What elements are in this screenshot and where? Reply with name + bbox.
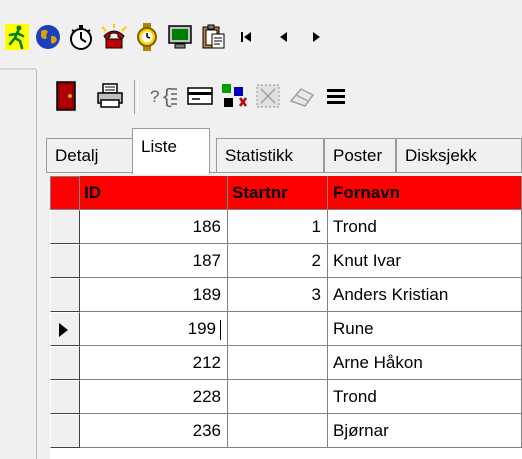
tab-poster[interactable]: Poster	[324, 138, 396, 172]
column-header-startnr[interactable]: Startnr	[228, 176, 328, 210]
tab-detalj[interactable]: Detalj	[46, 138, 134, 172]
main-toolbar	[0, 0, 522, 64]
column-header-id[interactable]: ID	[80, 176, 228, 210]
stopwatch-icon[interactable]	[66, 22, 96, 52]
tab-liste[interactable]: Liste	[132, 128, 210, 174]
next-record-icon[interactable]	[302, 22, 332, 52]
text-cursor	[220, 319, 221, 340]
cell-startnr[interactable]: 1	[228, 210, 328, 244]
svg-text:{: {	[161, 87, 173, 109]
previous-record-icon[interactable]	[268, 22, 298, 52]
tab-baseline	[46, 172, 522, 173]
cell-startnr[interactable]	[228, 380, 328, 414]
cell-id[interactable]: 189	[80, 278, 228, 312]
wristwatch-icon[interactable]	[132, 22, 162, 52]
monitor-icon[interactable]	[165, 22, 195, 52]
cell-startnr[interactable]: 2	[228, 244, 328, 278]
cell-id[interactable]: 199	[80, 312, 228, 346]
current-row-indicator[interactable]	[50, 312, 80, 346]
eraser-disabled-icon[interactable]	[286, 80, 318, 112]
tab-disksjekk[interactable]: Disksjekk	[396, 138, 522, 172]
globe-icon[interactable]	[33, 22, 63, 52]
cell-id[interactable]: 236	[80, 414, 228, 448]
cell-startnr[interactable]: 3	[228, 278, 328, 312]
cell-startnr[interactable]	[228, 312, 328, 346]
table-row[interactable]: 228 Trond	[50, 380, 522, 414]
row-indicator[interactable]	[50, 278, 80, 312]
row-indicator[interactable]	[50, 244, 80, 278]
cell-startnr[interactable]	[228, 346, 328, 380]
header-indicator[interactable]	[50, 176, 80, 210]
tab-statistikk[interactable]: Statistikk	[216, 138, 324, 172]
cell-fornavn[interactable]: Rune	[328, 312, 522, 346]
cell-fornavn[interactable]: Anders Kristian	[328, 278, 522, 312]
row-pointer-icon	[59, 323, 68, 337]
table-row[interactable]: 186 1 Trond	[50, 210, 522, 244]
cell-fornavn[interactable]: Arne Håkon	[328, 346, 522, 380]
clipboard-icon[interactable]	[198, 22, 228, 52]
select-disabled-icon[interactable]	[252, 80, 284, 112]
row-indicator[interactable]	[50, 414, 80, 448]
pane-splitter[interactable]	[36, 70, 37, 459]
list-toolbar: ?{	[38, 72, 522, 124]
grid-header-row: ID Startnr Fornavn	[50, 176, 522, 210]
table-row-current[interactable]: 199 Rune	[50, 312, 522, 346]
toolbar-divider	[0, 68, 36, 70]
table-row[interactable]: 236 Bjørnar	[50, 414, 522, 448]
cell-id[interactable]: 187	[80, 244, 228, 278]
menu-icon[interactable]	[320, 80, 352, 112]
row-indicator[interactable]	[50, 380, 80, 414]
cell-id[interactable]: 212	[80, 346, 228, 380]
toolbar-separator	[134, 80, 138, 114]
table-row[interactable]: 187 2 Knut Ivar	[50, 244, 522, 278]
tab-strip: Detalj Liste Statistikk Poster Disksjekk	[46, 126, 522, 174]
cell-fornavn[interactable]: Trond	[328, 380, 522, 414]
cell-id-value: 199	[187, 319, 216, 338]
runners-grid: ID Startnr Fornavn 186 1 Trond 187 2 Knu…	[50, 176, 522, 459]
query-braces-icon[interactable]: ?{	[148, 80, 180, 112]
phone-alarm-icon[interactable]	[99, 22, 129, 52]
cell-startnr[interactable]	[228, 414, 328, 448]
runner-icon[interactable]	[2, 22, 32, 52]
first-record-icon[interactable]	[232, 22, 262, 52]
cell-id[interactable]: 228	[80, 380, 228, 414]
card-icon[interactable]	[184, 80, 216, 112]
row-indicator[interactable]	[50, 346, 80, 380]
print-icon[interactable]	[94, 80, 126, 112]
row-indicator[interactable]	[50, 210, 80, 244]
cell-fornavn[interactable]: Knut Ivar	[328, 244, 522, 278]
svg-text:?: ?	[150, 87, 159, 106]
exit-door-icon[interactable]	[50, 80, 82, 112]
relay-team-icon[interactable]	[218, 80, 250, 112]
cell-fornavn[interactable]: Bjørnar	[328, 414, 522, 448]
cell-id[interactable]: 186	[80, 210, 228, 244]
cell-fornavn[interactable]: Trond	[328, 210, 522, 244]
column-header-fornavn[interactable]: Fornavn	[328, 176, 522, 210]
table-row[interactable]: 189 3 Anders Kristian	[50, 278, 522, 312]
table-row[interactable]: 212 Arne Håkon	[50, 346, 522, 380]
